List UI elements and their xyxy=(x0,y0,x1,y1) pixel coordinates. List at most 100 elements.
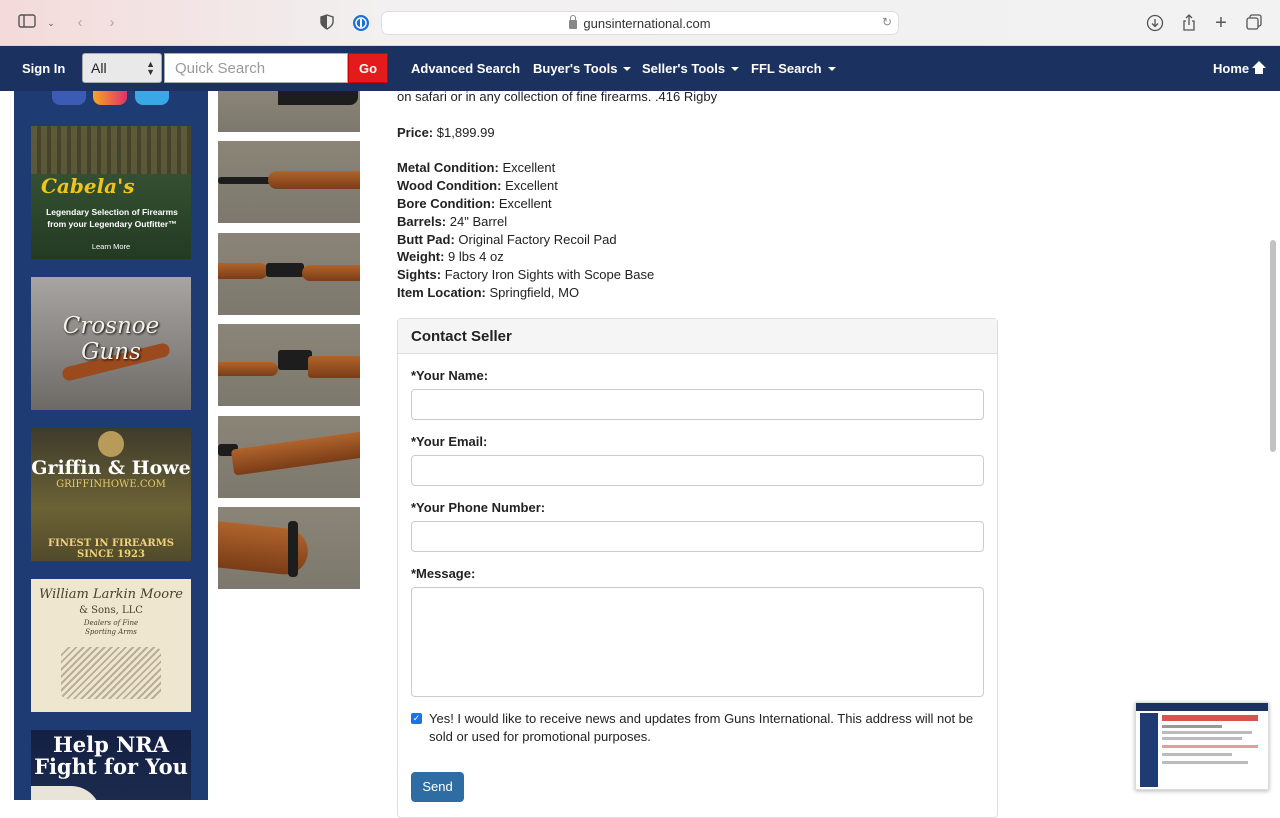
quick-search-input[interactable] xyxy=(164,53,348,83)
eagle-image xyxy=(31,786,101,800)
email-field[interactable] xyxy=(411,455,984,486)
nra-ad[interactable]: Help NRA Fight for You xyxy=(31,730,191,800)
category-select-value: All xyxy=(91,60,107,76)
spec-value: Springfield, MO xyxy=(489,285,580,300)
go-button[interactable]: Go xyxy=(348,53,388,83)
spec-label: Sights: xyxy=(397,267,442,282)
listing-description: on safari or in any collection of fine f… xyxy=(397,89,718,104)
griffin-ad-title: Griffin & Howe xyxy=(31,457,191,479)
ffl-search-menu[interactable]: FFL Search xyxy=(751,61,836,76)
caret-down-icon xyxy=(827,67,836,71)
crosnoe-guns-ad[interactable]: Crosnoe Guns xyxy=(31,277,191,410)
sidebar-toggle-icon[interactable] xyxy=(18,14,36,32)
william-larkin-moore-ad[interactable]: William Larkin Moore & Sons, LLC Dealers… xyxy=(31,579,191,712)
buyers-tools-menu[interactable]: Buyer's Tools xyxy=(533,61,632,76)
cabelas-logo: Cabela's xyxy=(41,174,135,198)
sellers-tools-label: Seller's Tools xyxy=(642,61,726,76)
griffin-ad-url: GRIFFINHOWE.COM xyxy=(56,479,166,490)
spec-item-location: Item Location: Springfield, MO xyxy=(397,285,579,300)
forward-arrow-icon[interactable]: › xyxy=(103,14,121,32)
cabelas-ad[interactable]: Cabela's Legendary Selection of Firearms… xyxy=(31,126,191,259)
moore-ad-sub: & Sons, LLC xyxy=(79,605,143,616)
url-text: gunsinternational.com xyxy=(583,16,711,31)
ram-logo-icon xyxy=(98,431,124,457)
spec-sights: Sights: Factory Iron Sights with Scope B… xyxy=(397,267,654,282)
cabelas-ad-text: Legendary Selection of Firearms from you… xyxy=(46,207,178,229)
spec-label: Bore Condition: xyxy=(397,196,496,211)
moore-ad-title: William Larkin Moore xyxy=(39,587,183,602)
contact-seller-panel: Contact Seller *Your Name: *Your Email: … xyxy=(397,318,998,818)
caret-down-icon xyxy=(731,67,740,71)
tab-overview-icon[interactable] xyxy=(1245,14,1263,32)
griffin-howe-ad[interactable]: Griffin & Howe GRIFFINHOWE.COM FINEST IN… xyxy=(31,428,191,561)
browser-toolbar: ⌄ ‹ › gunsinternational.com ↻ + xyxy=(0,0,1280,46)
name-label: *Your Name: xyxy=(411,368,489,383)
photo-thumbnail[interactable] xyxy=(218,233,360,315)
photo-thumbnail[interactable] xyxy=(218,91,360,132)
category-select[interactable]: All ▲ ▼ xyxy=(82,53,162,83)
spec-value: Excellent xyxy=(502,160,556,175)
message-label: *Message: xyxy=(411,566,476,581)
spec-wood-condition: Wood Condition: Excellent xyxy=(397,178,558,193)
ad-sidebar: Cabela's Legendary Selection of Firearms… xyxy=(14,91,208,800)
crosnoe-ad-title: Crosnoe Guns xyxy=(62,313,160,365)
contact-seller-title: Contact Seller xyxy=(398,319,997,354)
spec-label: Metal Condition: xyxy=(397,160,499,175)
price-line: Price: $1,899.99 xyxy=(397,125,495,140)
spec-bore-condition: Bore Condition: Excellent xyxy=(397,196,552,211)
page-preview-thumbnail[interactable] xyxy=(1135,702,1269,790)
spec-label: Barrels: xyxy=(397,214,447,229)
send-button[interactable]: Send xyxy=(411,772,464,802)
spec-label: Butt Pad: xyxy=(397,232,455,247)
new-tab-icon[interactable]: + xyxy=(1212,13,1230,33)
home-icon xyxy=(1252,61,1267,74)
spec-value: Excellent xyxy=(505,178,558,193)
spec-value: 9 lbs 4 oz xyxy=(448,249,504,264)
price-value: $1,899.99 xyxy=(436,125,495,140)
advanced-search-link[interactable]: Advanced Search xyxy=(411,61,520,76)
spec-value: Original Factory Recoil Pad xyxy=(458,232,617,247)
address-bar[interactable]: gunsinternational.com ↻ xyxy=(381,11,899,35)
moore-ad-tag: Dealers of Fine Sporting Arms xyxy=(83,619,139,636)
photo-thumbnail[interactable] xyxy=(218,507,360,589)
phone-label: *Your Phone Number: xyxy=(411,500,546,515)
sellers-tools-menu[interactable]: Seller's Tools xyxy=(642,61,740,76)
instagram-icon[interactable] xyxy=(93,91,127,105)
reload-icon[interactable]: ↻ xyxy=(882,15,892,29)
name-field[interactable] xyxy=(411,389,984,420)
cabelas-ad-bg xyxy=(31,126,191,174)
price-label: Price: xyxy=(397,125,434,140)
password-manager-icon[interactable] xyxy=(352,14,370,32)
email-label: *Your Email: xyxy=(411,434,488,449)
spec-value: 24" Barrel xyxy=(449,214,508,229)
spec-butt-pad: Butt Pad: Original Factory Recoil Pad xyxy=(397,232,617,247)
spec-label: Weight: xyxy=(397,249,445,264)
caret-down-icon xyxy=(623,67,632,71)
share-icon[interactable] xyxy=(1180,14,1198,32)
lock-icon xyxy=(569,15,578,29)
phone-field[interactable] xyxy=(411,521,984,552)
download-icon[interactable] xyxy=(1146,14,1164,32)
spec-barrels: Barrels: 24" Barrel xyxy=(397,214,507,229)
chevron-down-icon[interactable]: ⌄ xyxy=(42,14,60,32)
griffin-ad-tag1: FINEST IN FIREARMS xyxy=(47,538,175,549)
sign-in-link[interactable]: Sign In xyxy=(22,61,65,76)
message-textarea[interactable] xyxy=(411,587,984,697)
spec-value: Factory Iron Sights with Scope Base xyxy=(444,267,655,282)
photo-thumbnail[interactable] xyxy=(218,141,360,223)
twitter-icon[interactable] xyxy=(135,91,169,105)
facebook-icon[interactable] xyxy=(52,91,86,105)
page-scrollbar[interactable] xyxy=(1270,240,1276,452)
ffl-search-label: FFL Search xyxy=(751,61,822,76)
newsletter-checkbox[interactable]: ✓ xyxy=(411,713,422,724)
photo-thumbnail[interactable] xyxy=(218,324,360,406)
photo-thumbnail[interactable] xyxy=(218,416,360,498)
spec-label: Item Location: xyxy=(397,285,486,300)
griffin-ad-tag2: SINCE 1923 xyxy=(77,549,145,560)
spec-label: Wood Condition: xyxy=(397,178,502,193)
home-link[interactable]: Home xyxy=(1213,61,1267,76)
spec-value: Excellent xyxy=(498,196,552,211)
home-label: Home xyxy=(1213,61,1250,76)
shield-icon[interactable] xyxy=(318,14,336,32)
back-arrow-icon[interactable]: ‹ xyxy=(71,14,89,32)
